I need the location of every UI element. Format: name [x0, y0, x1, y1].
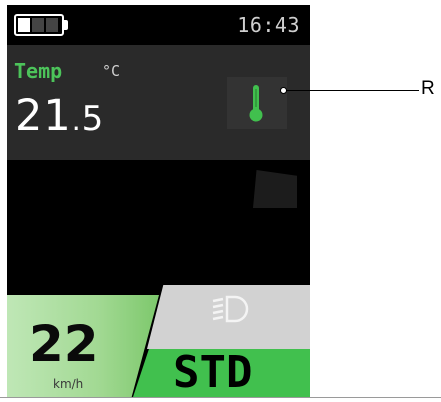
- assist-mode-label: STD: [173, 347, 253, 397]
- status-bar: 16:43: [7, 5, 310, 45]
- temperature-panel[interactable]: Temp °C 21.5: [7, 45, 310, 160]
- assist-mode-button[interactable]: STD: [133, 349, 310, 397]
- bottom-rule: [0, 397, 441, 398]
- callout-label: R: [421, 78, 435, 99]
- thermometer-icon: [249, 85, 263, 122]
- temperature-value-dec: 5: [81, 99, 105, 139]
- temperature-value-int: 21: [15, 91, 72, 141]
- display-screen: 16:43 Temp °C 21.5 22 km/h STD: [7, 5, 310, 397]
- temperature-unit: °C: [102, 62, 121, 80]
- speed-unit: km/h: [53, 377, 84, 391]
- thermometer-tile[interactable]: [227, 77, 287, 129]
- speed-value: 22: [29, 315, 99, 373]
- road-shade: [253, 170, 297, 208]
- headlight-icon: [212, 295, 249, 323]
- battery-cell-empty: [32, 18, 44, 32]
- callout-line: [283, 90, 419, 91]
- temperature-label: Temp: [14, 59, 63, 83]
- battery-icon: [14, 14, 64, 36]
- clock-time: 16:43: [237, 13, 300, 37]
- battery-cell-filled: [18, 18, 30, 32]
- battery-cell-empty: [46, 18, 58, 32]
- temperature-value: 21.5: [15, 91, 104, 141]
- temperature-decimal-point: .: [71, 104, 82, 137]
- battery-tip: [64, 20, 68, 30]
- callout-dot: [280, 87, 287, 94]
- headlight-button[interactable]: [147, 285, 310, 349]
